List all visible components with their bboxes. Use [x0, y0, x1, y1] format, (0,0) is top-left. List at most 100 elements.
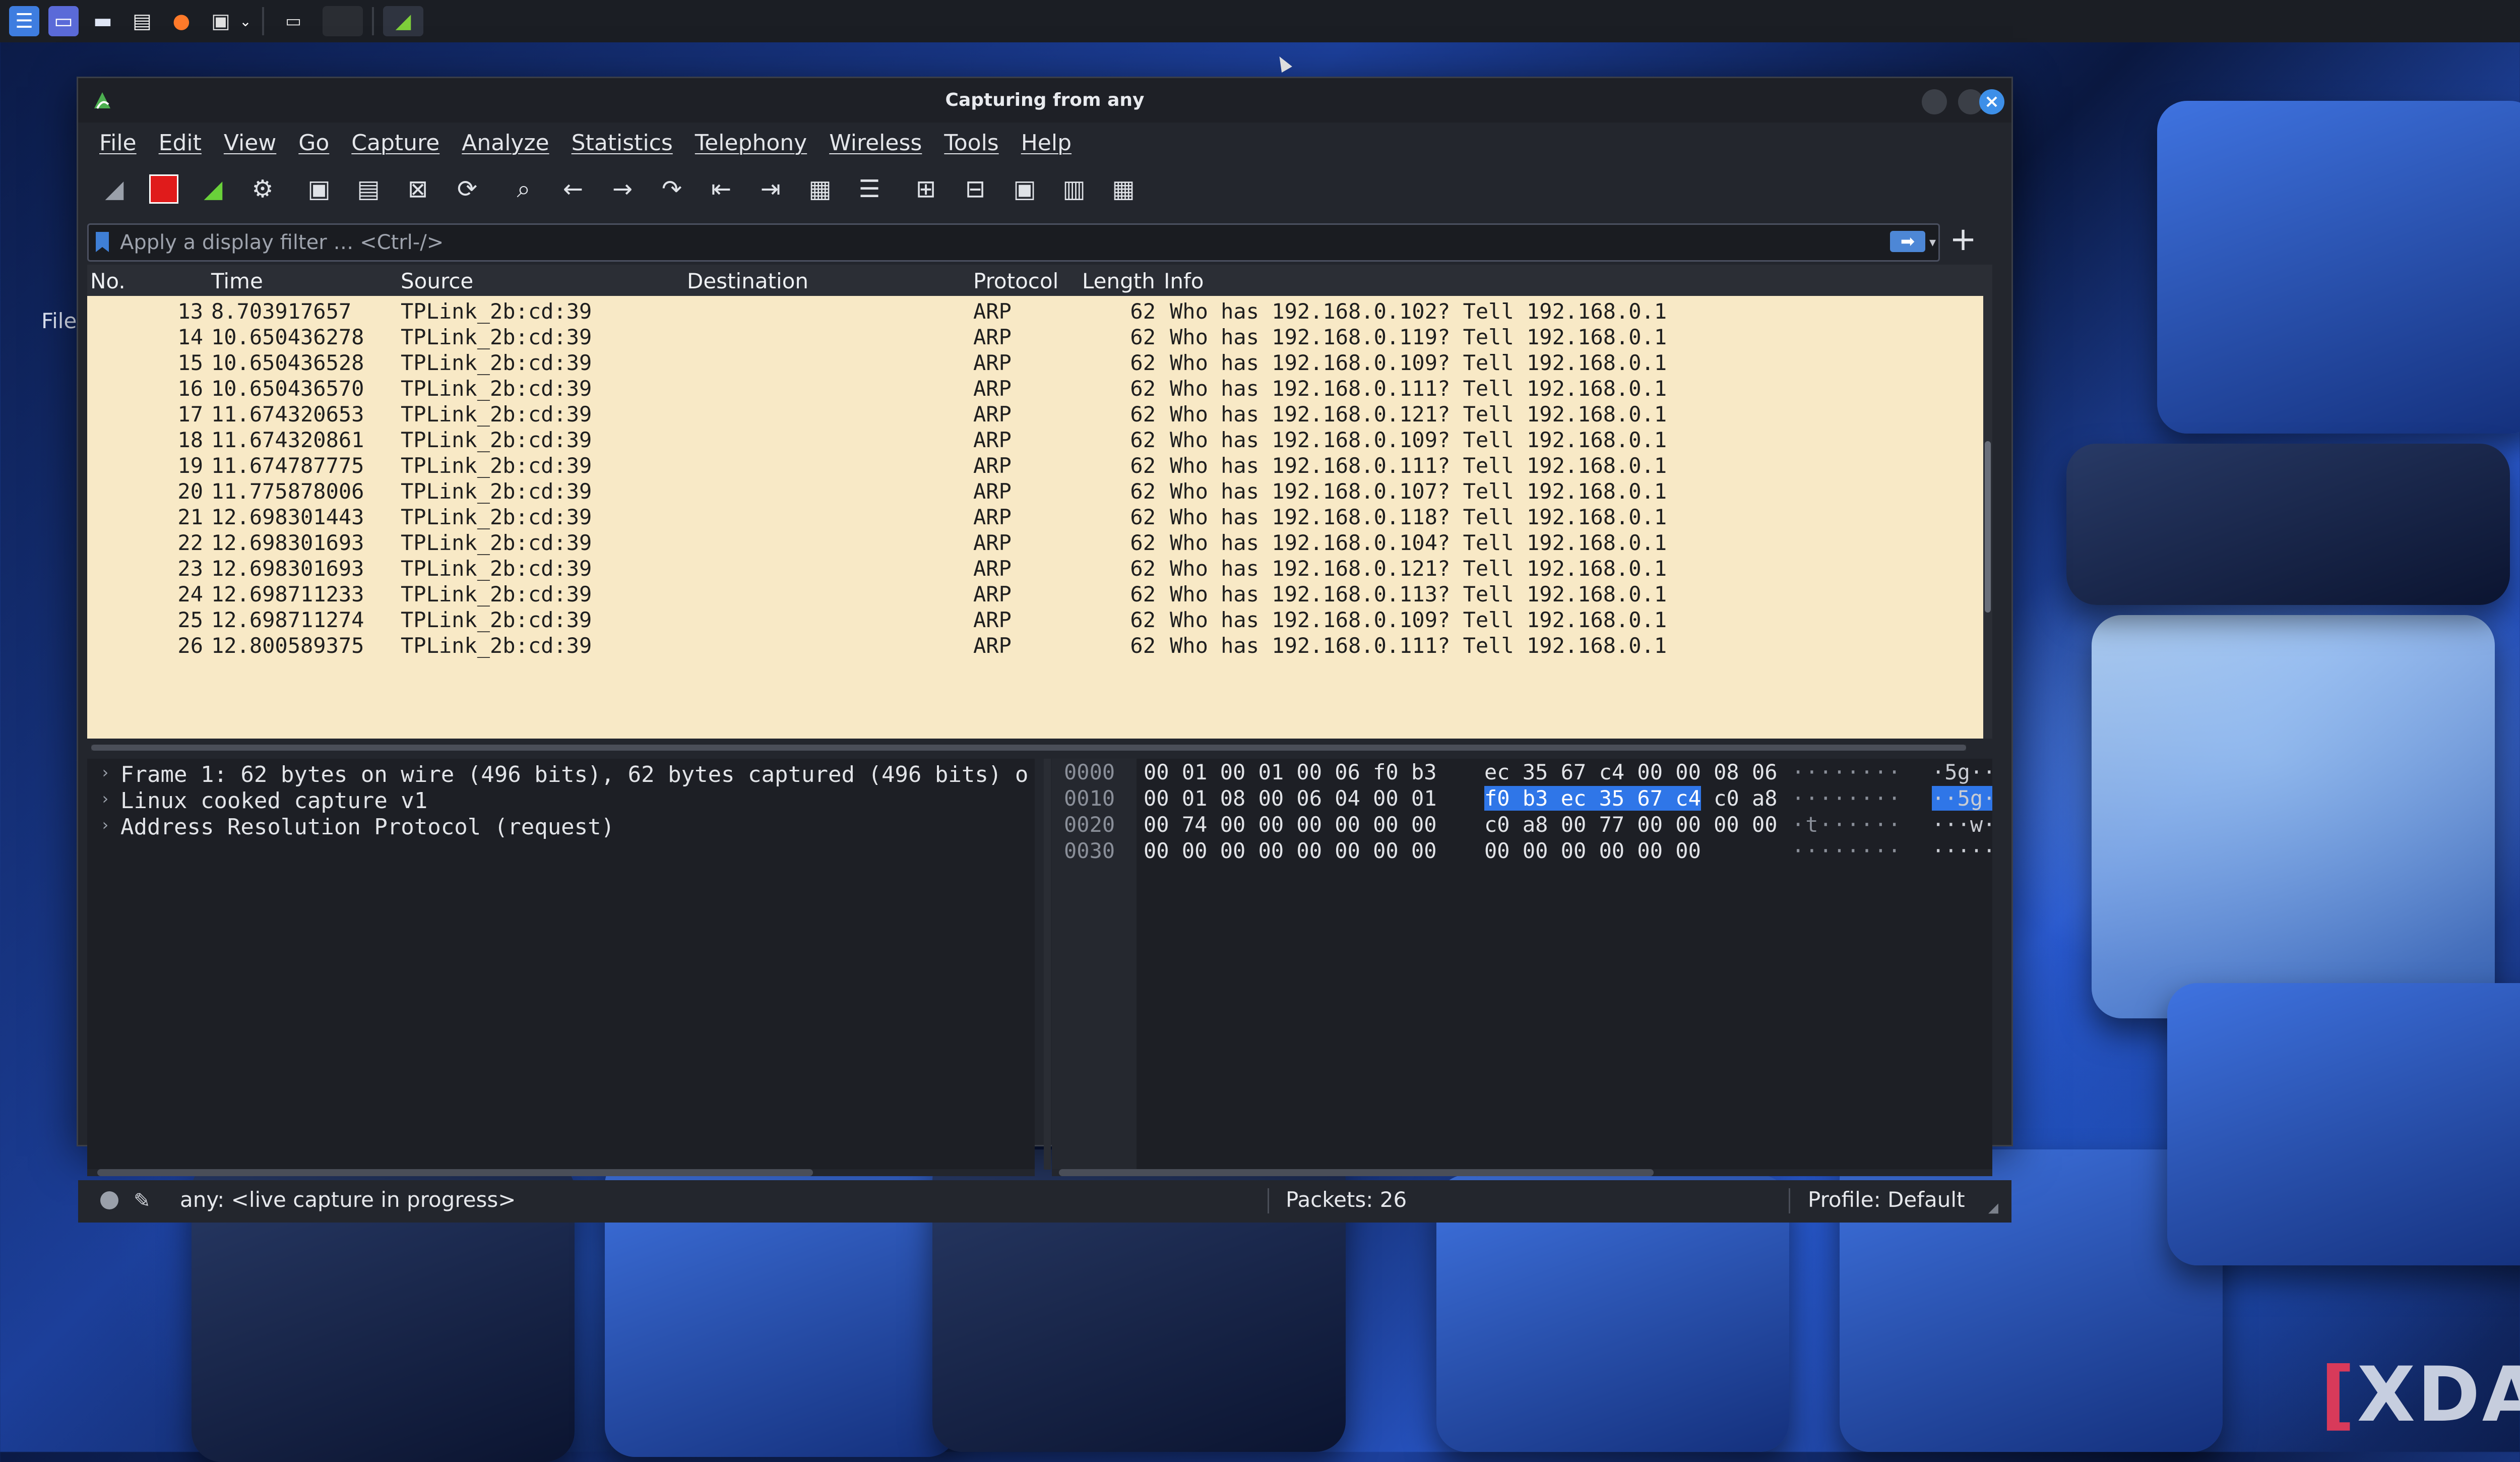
menu-analyze[interactable]: Analyze	[462, 130, 549, 156]
go-forward-icon[interactable]: →	[604, 171, 641, 207]
packet-row[interactable]: 21 12.698301443 TPLink_2b:cd:39 ARP 62 Who ha…	[87, 504, 1992, 529]
menu-statistics[interactable]: Statistics	[572, 130, 673, 156]
expand-arrow-icon[interactable]: ›	[100, 789, 110, 808]
menu-tools[interactable]: Tools	[944, 130, 998, 156]
hex-bytes-tail: 00 00 00 00 00 00	[1484, 838, 1701, 863]
firefox-icon[interactable]: ●	[166, 6, 197, 36]
resize-grip-icon[interactable]: ◢	[1988, 1200, 2003, 1215]
packet-row[interactable]: 22 12.698301693 TPLink_2b:cd:39 ARP 62 Who ha…	[87, 529, 1992, 555]
close-button[interactable]: ×	[1979, 89, 2004, 114]
packet-list-hscrollbar[interactable]	[91, 745, 1966, 751]
details-hscrollbar[interactable]	[87, 1169, 1035, 1176]
go-to-packet-icon[interactable]: ↷	[654, 171, 690, 207]
bookmark-icon[interactable]	[96, 232, 109, 252]
desktop-file-label[interactable]: File	[41, 309, 77, 333]
column-info[interactable]: Info	[1164, 269, 1204, 293]
scrollbar-thumb[interactable]	[97, 1169, 813, 1176]
column-time[interactable]: Time	[211, 269, 263, 293]
bytes-hscrollbar[interactable]	[1052, 1169, 1992, 1176]
wireshark-task-icon[interactable]: ◢	[383, 6, 423, 36]
go-back-icon[interactable]: ←	[555, 171, 591, 207]
find-packet-icon[interactable]: ⌕	[506, 171, 542, 207]
title-bar[interactable]: Capturing from any ×	[78, 78, 2011, 123]
pane-splitter[interactable]	[1044, 759, 1051, 1170]
menu-view[interactable]: View	[224, 130, 276, 156]
expert-info-icon[interactable]	[100, 1191, 118, 1209]
packet-row[interactable]: 20 11.775878006 TPLink_2b:cd:39 ARP 62 Who ha…	[87, 478, 1992, 504]
packet-row[interactable]: 16 10.650436570 TPLink_2b:cd:39 ARP 62 Who ha…	[87, 375, 1992, 401]
save-file-icon[interactable]: ▤	[350, 171, 387, 207]
packet-row[interactable]: 24 12.698711233 TPLink_2b:cd:39 ARP 62 Who ha…	[87, 581, 1992, 606]
apply-filter-button[interactable]: ➡	[1890, 231, 1925, 252]
scrollbar-thumb[interactable]	[1985, 441, 1991, 613]
packet-row[interactable]: 15 10.650436528 TPLink_2b:cd:39 ARP 62 Who ha…	[87, 349, 1992, 375]
stop-capture-icon[interactable]	[146, 171, 182, 207]
detail-row-frame[interactable]: › Frame 1: 62 bytes on wire (496 bits), 6…	[87, 762, 1035, 788]
byte-row[interactable]: 0020 00 74 00 00 00 00 00 00 c0 a8 00 77 0…	[1052, 812, 1992, 838]
start-capture-icon[interactable]: ◢	[96, 171, 133, 207]
cell-info: Who has 192.168.0.118? Tell 192.168.0.1	[1170, 505, 1667, 529]
packet-row[interactable]: 13 8.703917657 TPLink_2b:cd:39 ARP 62 Who has…	[87, 298, 1992, 324]
expand-arrow-icon[interactable]: ›	[100, 815, 110, 834]
zoom-out-icon[interactable]: ⊟	[957, 171, 993, 207]
auto-scroll-icon[interactable]: ▦	[802, 171, 838, 207]
menu-edit[interactable]: Edit	[159, 130, 202, 156]
packet-row[interactable]: 23 12.698301693 TPLink_2b:cd:39 ARP 62 Who ha…	[87, 555, 1992, 581]
detail-row-arp[interactable]: › Address Resolution Protocol (request)	[87, 814, 1035, 840]
packet-row[interactable]: 19 11.674787775 TPLink_2b:cd:39 ARP 62 Who ha…	[87, 452, 1992, 478]
normal-size-icon[interactable]: ▣	[1006, 171, 1043, 207]
minimize-button[interactable]	[1922, 89, 1947, 114]
scrollbar-thumb[interactable]	[1059, 1169, 1654, 1176]
scrollbar-thumb[interactable]	[91, 745, 1966, 751]
menu-help[interactable]: Help	[1021, 130, 1072, 156]
capture-options-icon[interactable]: ⚙	[244, 171, 281, 207]
xda-logo-bracket-icon: [	[2320, 1351, 2357, 1439]
capture-comment-icon[interactable]: ✎	[134, 1189, 154, 1212]
byte-row[interactable]: 0010 00 01 08 00 06 04 00 01 f0 b3 ec 35 6…	[1052, 786, 1992, 812]
packet-row[interactable]: 14 10.650436278 TPLink_2b:cd:39 ARP 62 Who ha…	[87, 324, 1992, 349]
packet-row[interactable]: 25 12.698711274 TPLink_2b:cd:39 ARP 62 Who ha…	[87, 606, 1992, 632]
packet-row[interactable]: 18 11.674320861 TPLink_2b:cd:39 ARP 62 Who ha…	[87, 427, 1992, 452]
packet-list-scrollbar[interactable]	[1983, 265, 1992, 739]
byte-row[interactable]: 0000 00 01 00 01 00 06 f0 b3 ec 35 67 c4 0…	[1052, 760, 1992, 786]
column-protocol[interactable]: Protocol	[973, 269, 1058, 293]
menu-capture[interactable]: Capture	[351, 130, 439, 156]
app-launcher-icon[interactable]: ☰	[9, 6, 39, 36]
column-no[interactable]: No.	[90, 269, 125, 293]
packet-row[interactable]: 26 12.800589375 TPLink_2b:cd:39 ARP 62 Who ha…	[87, 632, 1992, 658]
workspace-2-icon[interactable]	[323, 6, 363, 36]
restart-capture-icon[interactable]: ◢	[195, 171, 231, 207]
layout-icon[interactable]: ▦	[1105, 171, 1142, 207]
detail-row-linux-cooked[interactable]: › Linux cooked capture v1	[87, 788, 1035, 814]
text-editor-icon[interactable]: ▤	[127, 6, 157, 36]
add-filter-button[interactable]: +	[1943, 219, 1983, 260]
last-packet-icon[interactable]: ⇥	[752, 171, 789, 207]
desktop-icon[interactable]: ▭	[48, 6, 79, 36]
display-filter-input[interactable]	[119, 227, 1784, 258]
cell-length: 62	[1130, 376, 1156, 401]
close-file-icon[interactable]: ⊠	[400, 171, 436, 207]
menu-wireless[interactable]: Wireless	[829, 130, 922, 156]
filter-history-dropdown[interactable]: ▾	[1929, 230, 1943, 255]
menu-go[interactable]: Go	[298, 130, 329, 156]
colorize-icon[interactable]: ☰	[851, 171, 888, 207]
resize-columns-icon[interactable]: ▥	[1056, 171, 1092, 207]
first-packet-icon[interactable]: ⇤	[703, 171, 739, 207]
column-length[interactable]: Length	[1082, 269, 1155, 293]
menu-file[interactable]: File	[99, 130, 137, 156]
expand-arrow-icon[interactable]: ›	[100, 763, 110, 782]
byte-row[interactable]: 0030 00 00 00 00 00 00 00 00 00 00 00 00 0…	[1052, 838, 1992, 865]
file-manager-icon[interactable]: ▬	[88, 6, 118, 36]
profile-selector[interactable]: Profile: Default	[1808, 1187, 1965, 1212]
terminal-icon[interactable]: ▣	[206, 6, 236, 36]
column-source[interactable]: Source	[401, 269, 473, 293]
packet-list[interactable]: No. Time Source Destination Protocol Len…	[87, 265, 1992, 739]
open-file-icon[interactable]: ▣	[301, 171, 337, 207]
zoom-in-icon[interactable]: ⊞	[908, 171, 944, 207]
packet-row[interactable]: 17 11.674320653 TPLink_2b:cd:39 ARP 62 Who ha…	[87, 401, 1992, 427]
chevron-down-icon[interactable]: ⌄	[238, 6, 253, 36]
column-destination[interactable]: Destination	[687, 269, 808, 293]
reload-file-icon[interactable]: ⟳	[449, 171, 485, 207]
workspace-1-icon[interactable]: ▭	[273, 6, 313, 36]
menu-telephony[interactable]: Telephony	[695, 130, 807, 156]
